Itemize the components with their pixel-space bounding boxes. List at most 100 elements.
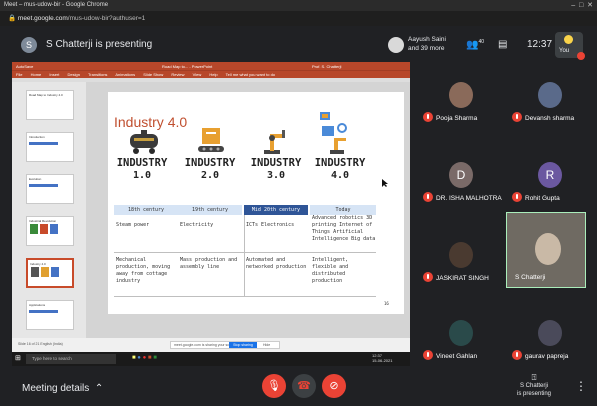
- participant-name: JASKIRAT SINGH: [436, 275, 489, 282]
- browser-title-bar: Meet – mus-udow-bir - Google Chrome – □ …: [0, 0, 597, 11]
- ribbon-view: View: [192, 72, 202, 77]
- participant-name: Rohit Gupta: [525, 195, 560, 202]
- ppt-statusbar: Slide 16 of 21 English (India) meet.goog…: [12, 338, 410, 352]
- slide-canvas: Industry 4.0 INDUSTRY 1.0 INDUSTRY 2.0 I…: [86, 82, 410, 338]
- era-cell: Today: [310, 205, 376, 215]
- assembly-machine-icon: [198, 128, 224, 152]
- table-divider: [114, 252, 376, 253]
- participant-tile[interactable]: Pooja Sharma: [419, 78, 505, 126]
- hide-button[interactable]: Hide: [263, 343, 270, 347]
- present-status[interactable]: ⍐ S Chatterji is presenting: [514, 374, 554, 398]
- stop-sharing-button[interactable]: Stop sharing: [229, 342, 257, 348]
- participant-tile[interactable]: JASKIRAT SINGH: [419, 238, 505, 286]
- desc-cell: Automated and networked production: [246, 257, 307, 270]
- mic-toggle-button[interactable]: 🎙: [262, 374, 286, 398]
- participant-name: Vineet Gahlan: [436, 353, 478, 360]
- industry-3-header: INDUSTRY 3.0: [246, 157, 306, 181]
- key-cell: Advanced robotics 3D printing Internet o…: [312, 215, 376, 242]
- participant-avatar: [535, 233, 561, 265]
- edge-icon[interactable]: ●: [137, 355, 141, 361]
- meeting-details-button[interactable]: Meeting details ⌃: [22, 383, 103, 394]
- self-view-tile[interactable]: You: [555, 32, 585, 60]
- explorer-icon[interactable]: ■: [132, 355, 136, 361]
- share-text: meet.google.com is sharing your screen.: [174, 343, 238, 347]
- era-cell: 19th century: [178, 205, 242, 215]
- industry-4-header: INDUSTRY 4.0: [310, 157, 370, 181]
- participant-name: DR. ISHA MALHOTRA: [436, 195, 502, 202]
- powerpoint-icon[interactable]: ■: [148, 355, 152, 361]
- url-path: /mus-udow-bir?authuser=1: [67, 15, 146, 22]
- self-avatar: [564, 35, 573, 44]
- thumb-title: Road Map to Industry 4.0: [29, 93, 63, 97]
- participant-avatar: [449, 320, 473, 346]
- windows-taskbar: ⊞ Type here to search ■ ● ● ■ ■ 12:37 15-…: [12, 352, 410, 366]
- industry-2-header: INDUSTRY 2.0: [180, 157, 240, 181]
- industry-num: 1.0: [132, 170, 152, 181]
- hangup-icon: ☎: [297, 380, 311, 392]
- meeting-details-label: Meeting details: [22, 383, 90, 394]
- era-cell: 18th century: [114, 205, 178, 215]
- slide-thumbnail: 3Evolution: [26, 174, 74, 204]
- address-bar[interactable]: 🔒 meet.google.com/mus-udow-bir?authuser=…: [0, 11, 597, 26]
- excel-icon[interactable]: ■: [153, 355, 157, 361]
- industry-title: INDUSTRY: [116, 157, 168, 169]
- slide-thumbnail-active: 5Industry 4.0: [26, 258, 74, 288]
- thumb-title: Introduction: [29, 135, 45, 139]
- robot-arm-icon: [264, 130, 285, 154]
- ppt-titlebar: AutoSave Road Map to... - PowerPoint Pro…: [12, 62, 410, 70]
- thumb-block: [30, 224, 38, 234]
- thumb-title: Evolution: [29, 177, 42, 181]
- present-status-label: is presenting: [516, 391, 552, 397]
- ribbon-file: File: [16, 72, 23, 77]
- taskbar-search[interactable]: Type here to search: [26, 354, 116, 364]
- taskbar-clock: 12:37 15-06-2021: [372, 353, 392, 363]
- windows-start-icon[interactable]: ⊞: [15, 354, 21, 362]
- window-controls[interactable]: – □ ✕: [571, 1, 593, 9]
- participant-tile[interactable]: gaurav papreja: [508, 316, 594, 364]
- thumb-bar: [29, 184, 59, 187]
- participant-name: Pooja Sharma: [436, 115, 478, 122]
- ribbon-transitions: Transitions: [88, 72, 108, 77]
- mouse-cursor-icon: [382, 179, 388, 187]
- mic-off-icon: [512, 112, 522, 122]
- host-more: and 39 more: [408, 45, 445, 52]
- ribbon-tellme: Tell me what you want to do: [225, 72, 276, 77]
- thumb-title: Industry 4.0: [30, 262, 46, 266]
- desc-cell: Mechanical production, moving away from …: [116, 257, 171, 284]
- mic-off-icon: [512, 192, 522, 202]
- more-options-icon[interactable]: ⋮: [575, 379, 587, 393]
- slide-thumbnails: 1Road Map to Industry 4.0 2Introduction …: [12, 82, 86, 338]
- thumb-title: Industrial Revolution: [29, 219, 57, 223]
- chrome-icon[interactable]: ●: [143, 355, 147, 361]
- key-cell: Steam power: [116, 222, 150, 228]
- industry-1-header: INDUSTRY 1.0: [112, 157, 172, 181]
- present-status-name: S Chatterji: [519, 383, 548, 389]
- mic-off-icon: [512, 350, 522, 360]
- you-label: You: [559, 48, 570, 54]
- camera-toggle-button[interactable]: ⊘: [322, 374, 346, 398]
- desc-cell: Mass production and assembly line: [180, 257, 238, 270]
- participant-avatar: R: [538, 162, 562, 188]
- participant-avatar: [449, 82, 473, 108]
- participant-tile[interactable]: R Rohit Gupta: [508, 158, 594, 206]
- industry-title: INDUSTRY: [314, 157, 366, 169]
- participant-avatar: [538, 82, 562, 108]
- leave-call-button[interactable]: ☎: [292, 374, 316, 398]
- chat-icon[interactable]: ▤: [498, 39, 507, 50]
- participant-tile[interactable]: D DR. ISHA MALHOTRA: [419, 158, 505, 206]
- participant-avatar: [449, 242, 473, 268]
- active-speaker-tile[interactable]: S Chatterji: [506, 212, 586, 288]
- lock-icon: 🔒: [8, 15, 17, 22]
- participant-tile[interactable]: Devansh sharma: [508, 78, 594, 126]
- slide-thumbnail: 4Industrial Revolution: [26, 216, 74, 246]
- participant-tile[interactable]: Vineet Gahlan: [419, 316, 505, 364]
- ribbon-review: Review: [171, 72, 185, 77]
- thumb-block: [50, 224, 58, 234]
- slide-thumbnail: 1Road Map to Industry 4.0: [26, 90, 74, 120]
- taskbar-app-icons[interactable]: ■ ● ● ■ ■: [132, 355, 157, 361]
- mic-off-icon: [423, 350, 433, 360]
- host-info: Aayush Saini and 39 more: [408, 35, 446, 53]
- participant-avatar: [538, 320, 562, 346]
- industry-num: 3.0: [266, 170, 286, 181]
- people-icon[interactable]: 👥40: [466, 39, 484, 50]
